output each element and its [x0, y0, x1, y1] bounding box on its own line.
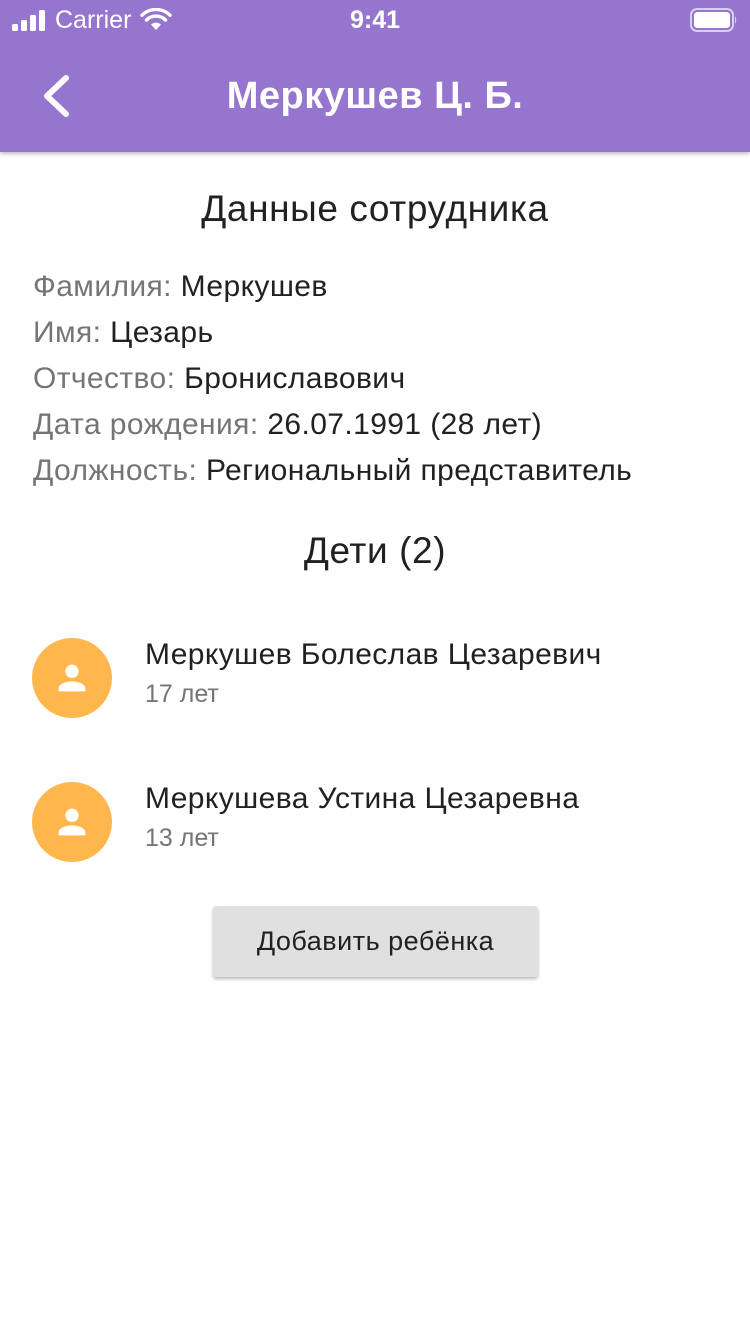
field-birth-date: Дата рождения: 26.07.1991 (28 лет): [33, 406, 733, 444]
children-section-title: Дети (2): [303, 530, 447, 571]
avatar: [32, 638, 112, 718]
child-name: Меркушев Болеслав Цезаревич: [145, 638, 602, 671]
clock: 9:41: [349, 6, 401, 34]
field-position: Должность: Региональный представитель: [33, 452, 733, 490]
field-patronymic: Отчество: Брониславович: [33, 360, 733, 398]
person-icon: [58, 808, 86, 836]
status-bar: Carrier 9:41: [0, 0, 750, 40]
employee-section-title: Данные сотрудника: [201, 188, 549, 229]
field-patronymic-label: Отчество:: [33, 362, 176, 395]
person-icon: [58, 664, 86, 692]
field-surname-label: Фамилия:: [33, 270, 172, 303]
field-first-name-value: Цезарь: [110, 316, 214, 349]
child-age: 17 лет: [145, 680, 219, 708]
child-list-item[interactable]: Меркушева Устина Цезаревна 13 лет: [0, 774, 750, 870]
child-age: 13 лет: [145, 824, 219, 852]
field-patronymic-value: Брониславович: [184, 362, 406, 395]
add-child-button[interactable]: Добавить ребёнка: [213, 906, 538, 977]
field-first-name-label: Имя:: [33, 316, 102, 349]
battery-icon: [690, 8, 737, 32]
field-first-name: Имя: Цезарь: [33, 314, 733, 352]
child-list-item[interactable]: Меркушев Болеслав Цезаревич 17 лет: [0, 630, 750, 726]
app-bar: Carrier 9:41 Меркушев Ц. Б.: [0, 0, 750, 152]
field-position-label: Должность:: [33, 454, 198, 487]
child-name: Меркушева Устина Цезаревна: [145, 782, 580, 815]
field-surname-value: Меркушев: [180, 270, 328, 303]
field-birth-date-value: 26.07.1991 (28 лет): [267, 408, 543, 441]
field-surname: Фамилия: Меркушев: [33, 268, 733, 306]
field-birth-date-label: Дата рождения:: [33, 408, 259, 441]
field-position-value: Региональный представитель: [205, 454, 633, 487]
page-title: Меркушев Ц. Б.: [226, 75, 524, 117]
avatar: [32, 782, 112, 862]
